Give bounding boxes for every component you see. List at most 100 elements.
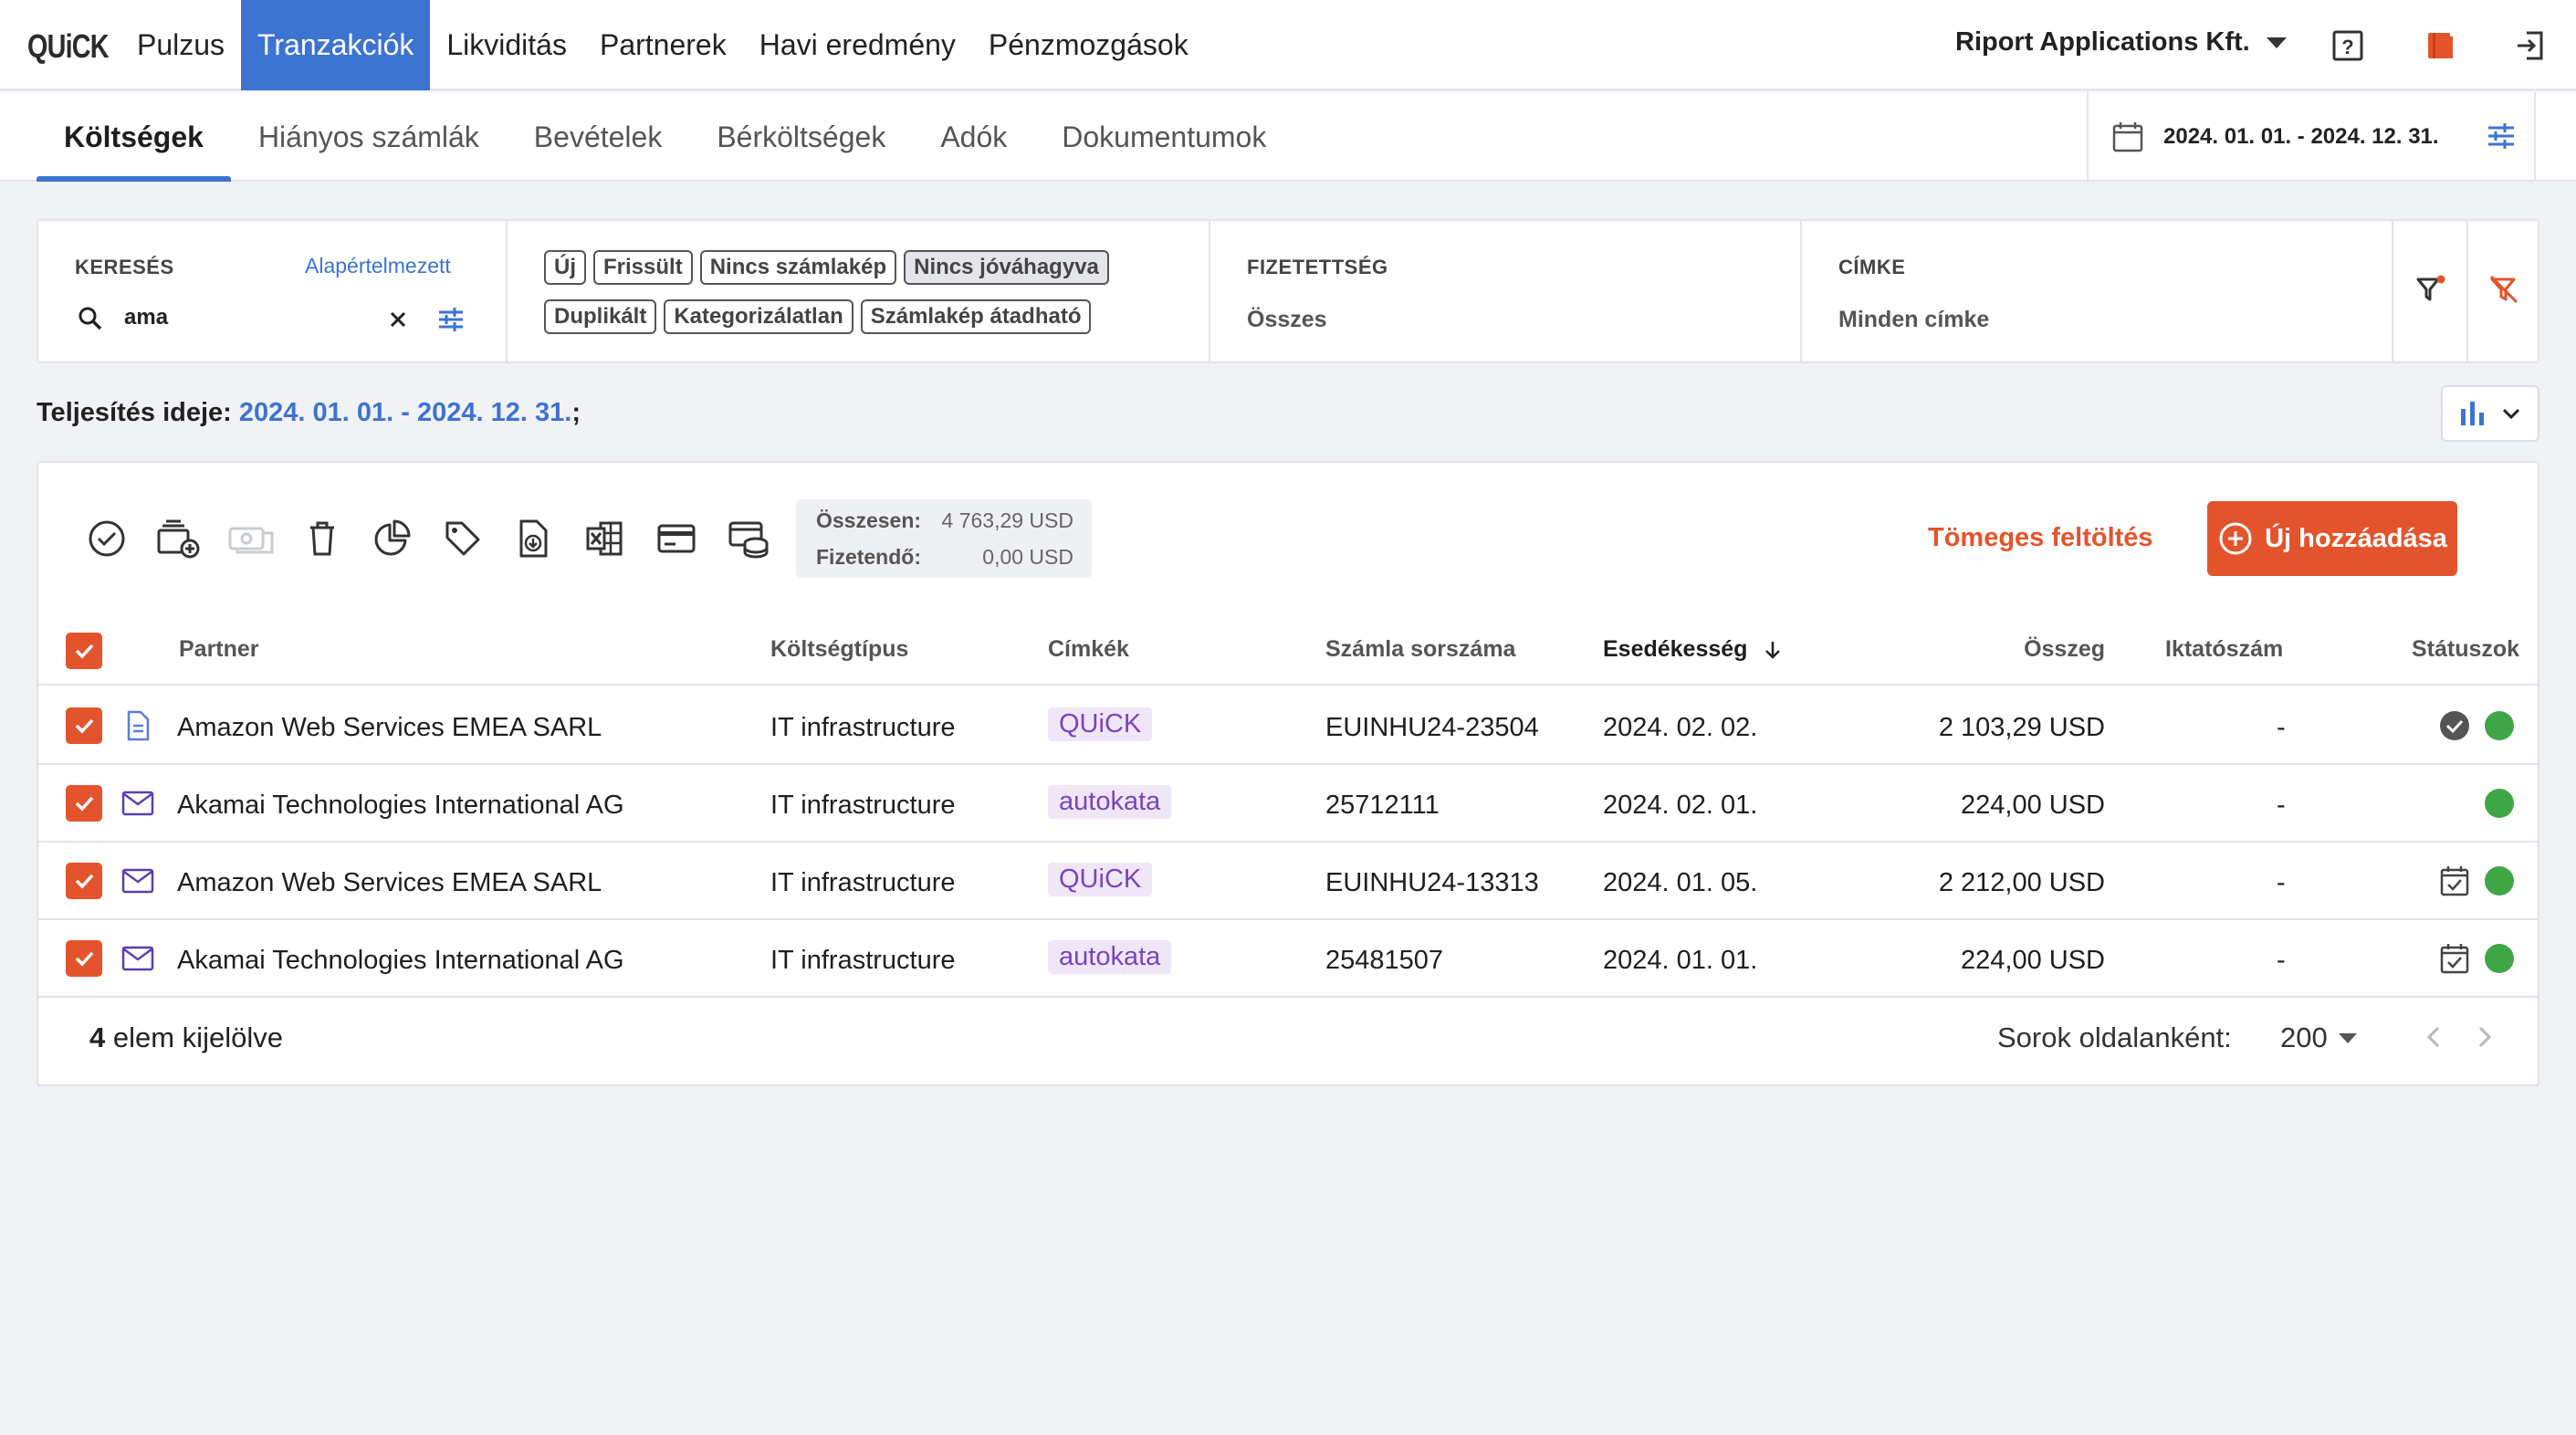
excel-export-icon[interactable] — [584, 518, 626, 560]
settings-sliders-icon[interactable] — [2483, 118, 2519, 154]
add-new-button[interactable]: Új hozzáadása — [2207, 501, 2457, 576]
col-header-filing-no[interactable]: Iktatószám — [2165, 636, 2283, 663]
transfer-disabled-icon — [225, 518, 274, 560]
row-checkbox[interactable] — [66, 940, 102, 977]
col-header-invoice-no[interactable]: Számla sorszáma — [1325, 636, 1515, 663]
cost-type: IT infrastructure — [770, 713, 956, 742]
row-checkbox[interactable] — [66, 785, 102, 822]
status-dot-green — [2485, 711, 2514, 740]
selected-count-label: elem kijelölve — [112, 1021, 283, 1053]
selection-count: 4 elem kijelölve — [89, 1021, 283, 1054]
caret-down-icon — [2338, 1032, 2357, 1043]
nav-item-havi-eredmeny[interactable]: Havi eredmény — [743, 0, 972, 90]
due-date: 2024. 02. 02. — [1603, 713, 1758, 742]
tab-bevetelek[interactable]: Bevételek — [507, 92, 690, 182]
cost-type: IT infrastructure — [770, 946, 956, 975]
chip-nincs-szamlakep[interactable]: Nincs számlakép — [699, 250, 897, 285]
filter-panel: KERESÉS Alapértelmezett ÚjFrissültNincs … — [37, 219, 2539, 363]
fulfillment-date-info: Teljesítés ideje: 2024. 01. 01. - 2024. … — [37, 398, 581, 428]
date-range-picker[interactable]: 2024. 01. 01. - 2024. 12. 31. — [2087, 92, 2536, 182]
document-download-icon[interactable] — [513, 518, 555, 560]
quick-filter-chips: Új Frissült Nincs számlakép Nincs jóváhagyv… — [508, 221, 1210, 361]
tab-berkoltsegek[interactable]: Bérköltségek — [689, 92, 913, 182]
col-header-due-date[interactable]: Esedékesség — [1603, 636, 1785, 663]
trash-icon[interactable] — [301, 518, 343, 560]
chart-toggle-button[interactable] — [2441, 385, 2539, 442]
calendar-icon — [2110, 120, 2145, 154]
fulfillment-date-value[interactable]: 2024. 01. 01. - 2024. 12. 31. — [239, 398, 571, 427]
col-header-partner[interactable]: Partner — [179, 636, 259, 663]
search-section: KERESÉS Alapértelmezett — [38, 221, 508, 361]
totals-summary: Összesen: 4 763,29 USD Fizetendő: 0,00 U… — [796, 499, 1092, 578]
amount: 2 103,29 USD — [1938, 713, 2105, 742]
chip-frissult[interactable]: Frissült — [593, 250, 693, 285]
filter-icon[interactable] — [2414, 272, 2448, 307]
clear-search-icon[interactable] — [385, 307, 411, 332]
invoice-number: 25481507 — [1325, 946, 1444, 975]
row-tag: autokata — [1048, 785, 1172, 819]
tab-koltsegek[interactable]: Költségek — [37, 92, 231, 182]
col-header-statuses[interactable]: Státuszok — [2412, 636, 2519, 663]
partner-name: Amazon Web Services EMEA SARL — [177, 868, 602, 897]
rows-per-page-select[interactable]: 200 — [2280, 1021, 2357, 1054]
chip-kategorizalatlan[interactable]: Kategorizálatlan — [664, 299, 853, 334]
date-range-value: 2024. 01. 01. - 2024. 12. 31. — [2163, 124, 2439, 149]
search-options-icon[interactable] — [435, 303, 467, 336]
chip-nincs-jovahagyva[interactable]: Nincs jóváhagyva — [904, 250, 1109, 285]
col-header-cost-type[interactable]: Költségtípus — [770, 636, 908, 663]
search-input[interactable] — [124, 305, 343, 330]
tab-dokumentumok[interactable]: Dokumentumok — [1034, 92, 1293, 182]
pie-chart-icon[interactable] — [371, 518, 413, 560]
row-checkbox[interactable] — [66, 863, 102, 899]
table-row[interactable]: Amazon Web Services EMEA SARL IT infrast… — [38, 843, 2538, 920]
tag-icon[interactable] — [442, 518, 484, 560]
nav-item-partnerek[interactable]: Partnerek — [583, 0, 743, 90]
chip-uj[interactable]: Új — [544, 250, 586, 285]
row-tag: QUiCK — [1048, 863, 1153, 896]
col-header-tags[interactable]: Címkék — [1048, 636, 1129, 663]
approve-icon[interactable] — [86, 518, 128, 560]
credit-card-icon[interactable] — [655, 518, 697, 560]
tab-hianyos-szamlak[interactable]: Hiányos számlák — [231, 92, 507, 182]
bulk-upload-button[interactable]: Tömeges feltöltés — [1928, 523, 2153, 553]
tag-filter[interactable]: CÍMKE Minden címke — [1802, 221, 2393, 361]
add-new-label: Új hozzáadása — [2265, 523, 2447, 553]
logout-icon[interactable] — [2512, 27, 2549, 64]
calendar-check-icon — [2439, 942, 2470, 975]
app-logo[interactable]: QUiCK — [27, 27, 110, 66]
prev-page-icon[interactable] — [2421, 1023, 2448, 1051]
payment-coins-icon[interactable] — [727, 518, 769, 560]
clear-filter-icon[interactable] — [2487, 272, 2521, 307]
default-filter-link[interactable]: Alapértelmezett — [305, 254, 451, 278]
nav-item-likviditas[interactable]: Likviditás — [430, 0, 583, 90]
table-row[interactable]: Amazon Web Services EMEA SARL IT infrast… — [38, 687, 2538, 765]
tab-adok[interactable]: Adók — [913, 92, 1034, 182]
next-page-icon[interactable] — [2470, 1023, 2497, 1051]
cost-type: IT infrastructure — [770, 868, 956, 897]
cost-type: IT infrastructure — [770, 791, 956, 820]
help-icon[interactable]: ? — [2330, 27, 2366, 64]
table-row[interactable]: Akamai Technologies International AG IT … — [38, 765, 2538, 843]
chip-szamlakep-atadhato[interactable]: Számlakép átadható — [860, 299, 1092, 334]
filing-number: - — [2277, 713, 2286, 742]
due-date: 2024. 02. 01. — [1603, 791, 1758, 820]
nav-item-pulzus[interactable]: Pulzus — [120, 0, 241, 90]
status-dot-green — [2485, 944, 2514, 973]
company-selector[interactable]: Riport Applications Kft. — [1955, 27, 2287, 58]
payment-filter[interactable]: FIZETETTSÉG Összes — [1210, 221, 1802, 361]
check-circle-icon — [2439, 710, 2470, 741]
book-icon[interactable] — [2421, 27, 2457, 64]
select-all-checkbox[interactable] — [66, 633, 102, 669]
nav-item-tranzakciok[interactable]: Tranzakciók — [241, 0, 431, 90]
invoice-number: 25712111 — [1325, 791, 1440, 820]
chip-duplikalt[interactable]: Duplikált — [544, 299, 657, 334]
col-header-amount[interactable]: Összeg — [1901, 636, 2105, 663]
add-to-folder-icon[interactable] — [155, 518, 200, 560]
filing-number: - — [2277, 868, 2286, 897]
row-checkbox[interactable] — [66, 707, 102, 744]
table-row[interactable]: Akamai Technologies International AG IT … — [38, 920, 2538, 998]
expenses-card: Összesen: 4 763,29 USD Fizetendő: 0,00 U… — [37, 461, 2539, 1086]
due-date: 2024. 01. 05. — [1603, 868, 1758, 897]
filing-number: - — [2277, 791, 2286, 820]
nav-item-penzmozgasok[interactable]: Pénzmozgások — [972, 0, 1205, 90]
